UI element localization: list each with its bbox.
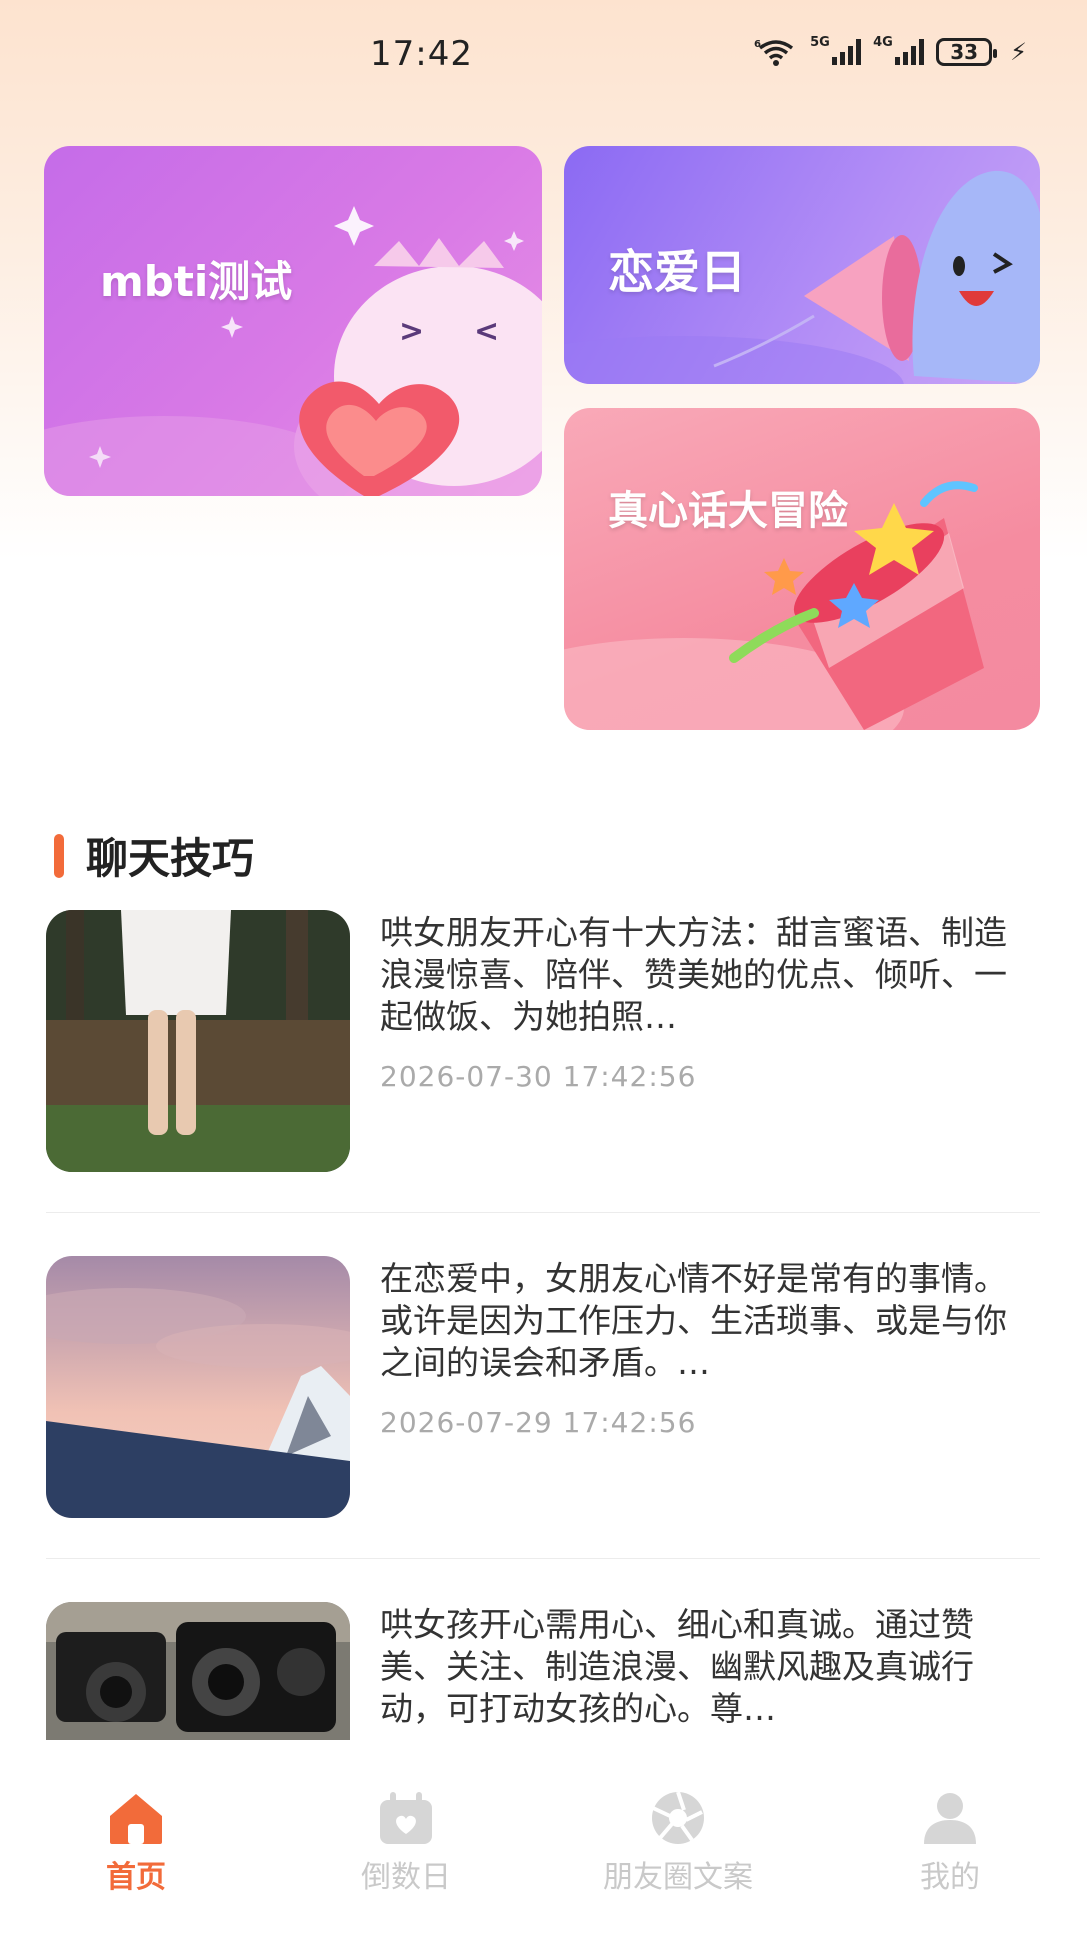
article-item[interactable]: 哄女朋友开心有十大方法：甜言蜜语、制造浪漫惊喜、陪伴、赞美她的优点、倾听、一起做… bbox=[46, 910, 1040, 1210]
mbti-test-card[interactable]: > < mbti测试 bbox=[44, 146, 542, 496]
status-icons: 6 5G 4G 33 ⚡ bbox=[754, 35, 1027, 66]
tab-label: 朋友圈文案 bbox=[603, 1860, 753, 1895]
article-summary: 在恋爱中，女朋友心情不好是常有的事情。或许是因为工作压力、生活琐事、或是与你之间… bbox=[380, 1259, 1007, 1382]
section-header-chat-tips: 聊天技巧 bbox=[54, 825, 254, 886]
article-summary: 哄女朋友开心有十大方法：甜言蜜语、制造浪漫惊喜、陪伴、赞美她的优点、倾听、一起做… bbox=[380, 913, 1007, 1036]
mbti-illustration: > < bbox=[44, 206, 542, 496]
article-item[interactable]: 哄女孩开心需用心、细心和真诚。通过赞美、关注、制造浪漫、幽默风趣及真诚行动，可打… bbox=[46, 1602, 1040, 1740]
home-icon bbox=[106, 1790, 166, 1846]
tab-mine[interactable]: 我的 bbox=[850, 1790, 1050, 1896]
article-date: 2026-07-29 17:42:56 bbox=[380, 1406, 697, 1439]
tab-moments-copy[interactable]: 朋友圈文案 bbox=[578, 1790, 778, 1896]
tab-home[interactable]: 首页 bbox=[36, 1790, 236, 1896]
wifi-icon: 6 bbox=[754, 38, 798, 66]
article-thumbnail bbox=[46, 910, 350, 1172]
article-item[interactable]: 在恋爱中，女朋友心情不好是常有的事情。或许是因为工作压力、生活琐事、或是与你之间… bbox=[46, 1256, 1040, 1556]
aperture-icon bbox=[648, 1790, 708, 1846]
love-day-title: 恋爱日 bbox=[608, 245, 746, 299]
love-day-card[interactable]: 恋爱日 bbox=[564, 146, 1040, 384]
tab-label: 我的 bbox=[920, 1860, 980, 1895]
tab-label: 倒数日 bbox=[361, 1860, 451, 1895]
status-time: 17:42 bbox=[370, 34, 473, 74]
tab-countdown[interactable]: 倒数日 bbox=[306, 1790, 506, 1896]
battery-level: 33 bbox=[950, 40, 979, 64]
svg-text:6: 6 bbox=[754, 39, 761, 50]
divider bbox=[46, 1558, 1040, 1559]
bottom-tab-bar: 首页 倒数日 朋友圈文案 我的 bbox=[0, 1740, 1087, 1933]
truth-or-dare-illustration bbox=[564, 481, 984, 730]
article-thumbnail bbox=[46, 1602, 350, 1740]
divider bbox=[46, 1212, 1040, 1213]
truth-or-dare-card[interactable]: 真心话大冒险 bbox=[564, 408, 1040, 730]
svg-text:<: < bbox=[474, 314, 499, 349]
battery-icon: 33 bbox=[936, 38, 998, 66]
section-accent-bar bbox=[54, 833, 64, 878]
signal-5g-icon: 5G bbox=[810, 35, 862, 65]
article-summary: 哄女孩开心需用心、细心和真诚。通过赞美、关注、制造浪漫、幽默风趣及真诚行动，可打… bbox=[380, 1605, 974, 1728]
truth-or-dare-title: 真心话大冒险 bbox=[608, 488, 848, 534]
calendar-heart-icon bbox=[376, 1790, 436, 1846]
article-thumbnail bbox=[46, 1256, 350, 1518]
svg-text:>: > bbox=[399, 314, 424, 349]
user-icon bbox=[920, 1790, 980, 1846]
section-title: 聊天技巧 bbox=[86, 834, 255, 883]
mbti-test-title: mbti测试 bbox=[100, 257, 293, 306]
charging-icon: ⚡ bbox=[1010, 38, 1027, 66]
signal-4g-icon: 4G bbox=[873, 35, 925, 65]
status-bar: 17:42 6 5G 4G 33 ⚡ bbox=[0, 0, 1087, 110]
tab-label: 首页 bbox=[106, 1860, 166, 1895]
article-date: 2026-07-30 17:42:56 bbox=[380, 1060, 697, 1093]
